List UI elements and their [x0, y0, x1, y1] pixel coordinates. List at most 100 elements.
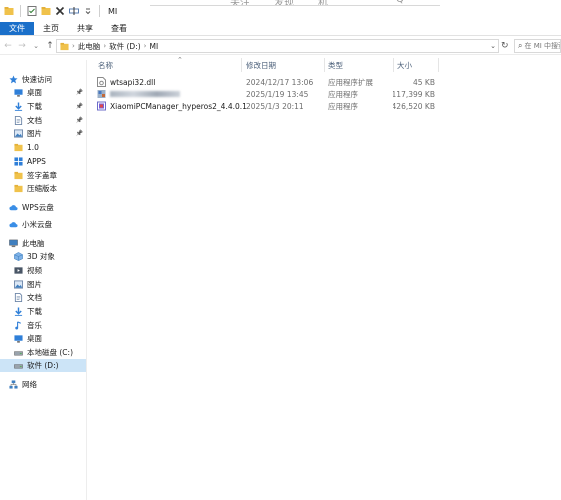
- sort-caret-icon: ⌃: [177, 56, 183, 64]
- delete-icon[interactable]: [55, 6, 65, 16]
- back-arrow-icon[interactable]: ←: [2, 40, 14, 52]
- new-folder-icon[interactable]: [41, 6, 51, 16]
- column-divider[interactable]: [393, 58, 394, 72]
- desktop-icon: [14, 334, 23, 343]
- sidebar-item-label: 快速访问: [22, 75, 52, 84]
- breadcrumb-this-pc[interactable]: 此电脑: [78, 41, 101, 52]
- column-header-size[interactable]: 大小: [397, 58, 437, 72]
- file-modified: 2025/1/3 20:11: [246, 101, 304, 111]
- column-label: 大小: [397, 60, 412, 70]
- sidebar-item[interactable]: 3D 对象: [0, 250, 86, 263]
- overlay-text: Q: [396, 0, 404, 5]
- column-label: 类型: [328, 60, 343, 70]
- sidebar-item-label: WPS云盘: [22, 203, 54, 212]
- file-list: 名称 ⌃ 修改日期 类型 大小 wtsapi32.dll 2024/12/17 …: [88, 55, 561, 500]
- sidebar-item-label: 图片: [27, 280, 42, 289]
- folder-icon: [14, 171, 23, 180]
- sidebar-item-label: 小米云盘: [22, 220, 52, 229]
- file-modified: 2024/12/17 13:06: [246, 77, 314, 87]
- sidebar-item[interactable]: 压缩版本: [0, 182, 86, 195]
- sidebar-item[interactable]: 桌面 📌: [0, 86, 86, 99]
- folder-icon: [14, 143, 23, 152]
- tab-home[interactable]: 主页: [34, 22, 68, 35]
- forward-arrow-icon[interactable]: →: [16, 40, 28, 52]
- sidebar-item[interactable]: 1.0: [0, 141, 86, 154]
- computer-icon: [9, 239, 18, 248]
- pin-icon: 📌: [75, 103, 83, 110]
- sidebar-item[interactable]: WPS云盘: [0, 201, 86, 214]
- sidebar-item[interactable]: 软件 (D:): [0, 359, 86, 372]
- sidebar-item[interactable]: 文档: [0, 291, 86, 304]
- chevron-right-icon[interactable]: ›: [72, 42, 75, 50]
- breadcrumb-mi[interactable]: MI: [149, 42, 158, 51]
- properties-icon[interactable]: [27, 6, 37, 16]
- overlay-text: 关注: [230, 0, 250, 6]
- sidebar-item[interactable]: 签字盖章: [0, 169, 86, 182]
- file-size: 426,520 KB: [393, 101, 435, 111]
- toolbar-divider: [20, 5, 21, 17]
- sidebar-item-label: 文档: [27, 293, 42, 302]
- address-bar[interactable]: › 此电脑 › 软件 (D:) › MI ⌄: [56, 39, 499, 53]
- refresh-icon[interactable]: ↻: [501, 41, 511, 51]
- sidebar-item[interactable]: 网络: [0, 378, 86, 391]
- sidebar-item[interactable]: 视频: [0, 264, 86, 277]
- sidebar-item[interactable]: 桌面: [0, 332, 86, 345]
- sidebar-item[interactable]: 下载 📌: [0, 100, 86, 113]
- installer-file-icon: [97, 101, 106, 111]
- file-modified: 2025/1/19 13:45: [246, 89, 309, 99]
- sidebar-item[interactable]: 快速访问: [0, 73, 86, 86]
- breadcrumb-drive-d[interactable]: 软件 (D:): [109, 41, 141, 52]
- sidebar-item-label: 文档: [27, 116, 42, 125]
- tab-view[interactable]: 查看: [102, 22, 136, 35]
- file-row[interactable]: XiaomiPCManager_hyperos2_4.4.0.19... 202…: [93, 100, 438, 112]
- sidebar-item-label: 1.0: [27, 143, 39, 152]
- sidebar-item[interactable]: 此电脑: [0, 237, 86, 250]
- sidebar-item[interactable]: 图片: [0, 278, 86, 291]
- download-icon: [14, 307, 23, 316]
- drive-icon: [14, 361, 23, 370]
- customize-toolbar-chevron-icon[interactable]: [83, 6, 93, 16]
- tab-share[interactable]: 共享: [68, 22, 102, 35]
- column-label: 修改日期: [246, 60, 276, 70]
- window-title: MI: [108, 6, 118, 16]
- search-box[interactable]: ⌕ 在 MI 中搜索: [514, 39, 561, 53]
- sidebar-item[interactable]: 图片 📌: [0, 127, 86, 140]
- tab-file[interactable]: 文件: [0, 22, 34, 35]
- exe-file-icon: [97, 90, 106, 98]
- column-header-name[interactable]: 名称 ⌃: [98, 56, 238, 72]
- chevron-right-icon[interactable]: ›: [144, 42, 147, 50]
- file-row[interactable]: 2025/1/19 13:45 应用程序 117,399 KB: [93, 88, 438, 100]
- address-row: ← → ⌄ ↑ › 此电脑 › 软件 (D:) › MI ⌄ ↻ ⌕ 在 MI …: [0, 37, 561, 55]
- file-name: wtsapi32.dll: [110, 77, 156, 87]
- file-type: 应用程序扩展: [328, 77, 373, 87]
- column-divider[interactable]: [241, 58, 242, 72]
- column-divider[interactable]: [324, 58, 325, 72]
- sidebar-item-label: 3D 对象: [27, 252, 55, 261]
- recent-locations-chevron-icon[interactable]: ⌄: [30, 40, 42, 52]
- file-row[interactable]: wtsapi32.dll 2024/12/17 13:06 应用程序扩展 45 …: [93, 76, 438, 88]
- sidebar-item[interactable]: 文档 📌: [0, 114, 86, 127]
- cube-icon: [14, 252, 23, 261]
- column-header-type[interactable]: 类型: [328, 58, 388, 72]
- column-divider[interactable]: [438, 58, 439, 72]
- up-arrow-icon[interactable]: ↑: [44, 40, 56, 52]
- sidebar-item[interactable]: APPS: [0, 155, 86, 168]
- sidebar-item[interactable]: 下载: [0, 305, 86, 318]
- rename-icon[interactable]: [69, 6, 79, 16]
- sidebar-item-label: 图片: [27, 129, 42, 138]
- column-header-modified[interactable]: 修改日期: [246, 58, 326, 72]
- sidebar-item[interactable]: 音乐: [0, 319, 86, 332]
- sidebar-item-label: 软件 (D:): [27, 361, 59, 370]
- picture-icon: [14, 280, 23, 289]
- star-icon: [9, 75, 18, 84]
- address-dropdown-icon[interactable]: ⌄: [490, 42, 496, 50]
- sidebar-item-label: 桌面: [27, 334, 42, 343]
- toolbar-divider: [99, 5, 100, 17]
- file-size: 45 KB: [413, 77, 435, 87]
- file-type: 应用程序: [328, 101, 358, 111]
- sidebar-item[interactable]: 本地磁盘 (C:): [0, 346, 86, 359]
- sidebar-item[interactable]: 小米云盘: [0, 218, 86, 231]
- sidebar-item-label: 此电脑: [22, 239, 45, 248]
- chevron-right-icon[interactable]: ›: [103, 42, 106, 50]
- blurred-file-name: [110, 91, 180, 97]
